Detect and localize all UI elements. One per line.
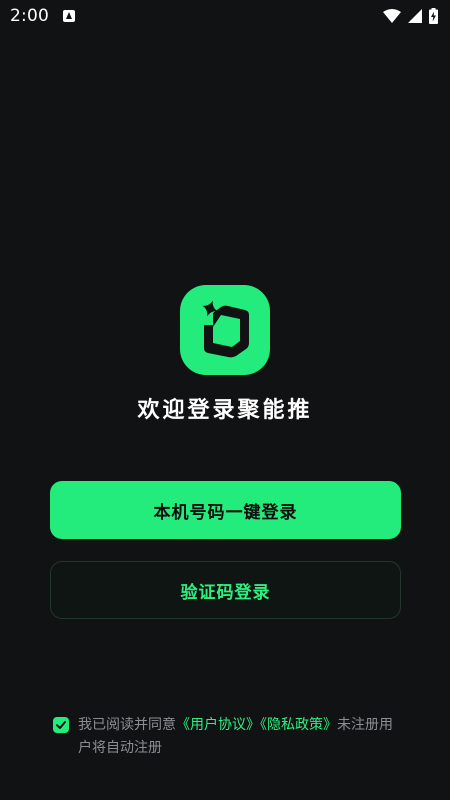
privacy-policy-link[interactable]: 《隐私政策》 [260,717,337,733]
status-bar: 2:00 [0,0,450,32]
wifi-icon [383,9,401,23]
status-time: 2:00 [10,6,49,26]
one-click-login-label: 本机号码一键登录 [153,502,298,523]
checkmark-icon [56,721,66,729]
status-right [383,8,438,24]
agreement-row: 我已阅读并同意《用户协议》《隐私政策》未注册用户将自动注册 [53,714,403,760]
welcome-title: 欢迎登录聚能推 [137,398,313,423]
agreement-text: 我已阅读并同意《用户协议》《隐私政策》未注册用户将自动注册 [78,714,403,760]
signal-icon [408,9,422,23]
notification-a-icon [62,10,75,22]
sms-code-login-label: 验证码登录 [180,582,271,603]
status-left: 2:00 [10,6,75,26]
one-click-login-button[interactable]: 本机号码一键登录 [50,481,401,539]
app-logo-icon [180,285,270,375]
login-screen: 2:00 欢迎登录聚能推 本机号码一键登录 验证码登录 我已阅读并同意《用户协议… [0,0,450,800]
agreement-prefix: 我已阅读并同意 [78,717,176,733]
agreement-checkbox[interactable] [53,717,69,733]
battery-charging-icon [429,8,438,24]
sms-code-login-button[interactable]: 验证码登录 [50,561,401,619]
user-agreement-link[interactable]: 《用户协议》 [176,717,260,733]
